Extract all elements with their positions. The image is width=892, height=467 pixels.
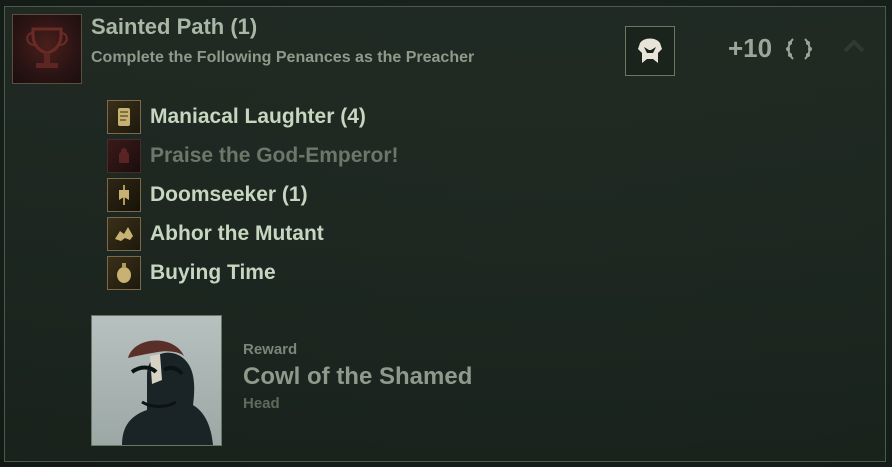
penance-item-doomseeker: Doomseeker (1) xyxy=(107,178,308,212)
emperor-icon xyxy=(107,139,141,173)
penance-label: Abhor the Mutant xyxy=(150,222,324,245)
penance-item-buying-time: Buying Time xyxy=(107,256,276,290)
reward-label: Reward xyxy=(243,341,298,358)
preacher-helmet-icon xyxy=(625,26,675,76)
penance-item-maniacal-laughter: Maniacal Laughter (4) xyxy=(107,100,366,134)
penance-label: Buying Time xyxy=(150,261,276,284)
chevron-up-icon[interactable] xyxy=(843,38,865,54)
penance-item-praise-the-god-emperor: Praise the God-Emperor! xyxy=(107,139,399,173)
reward-name: Cowl of the Shamed xyxy=(243,363,473,390)
penance-item-abhor-the-mutant: Abhor the Mutant xyxy=(107,217,324,251)
reward-slot: Head xyxy=(243,395,280,412)
banner-icon xyxy=(107,178,141,212)
scroll-icon xyxy=(107,100,141,134)
laurel-wreath-icon xyxy=(786,38,812,60)
mutant-icon xyxy=(107,217,141,251)
points-value: +10 xyxy=(728,33,773,63)
chalice-icon xyxy=(12,14,82,84)
penance-title: Sainted Path (1) xyxy=(91,14,258,39)
cowl-portrait xyxy=(91,315,222,446)
penance-label: Praise the God-Emperor! xyxy=(150,144,399,167)
penance-label: Maniacal Laughter (4) xyxy=(150,105,366,128)
penance-subtitle: Complete the Following Penances as the P… xyxy=(91,49,475,66)
grenade-icon xyxy=(107,256,141,290)
penance-label: Doomseeker (1) xyxy=(150,183,308,206)
